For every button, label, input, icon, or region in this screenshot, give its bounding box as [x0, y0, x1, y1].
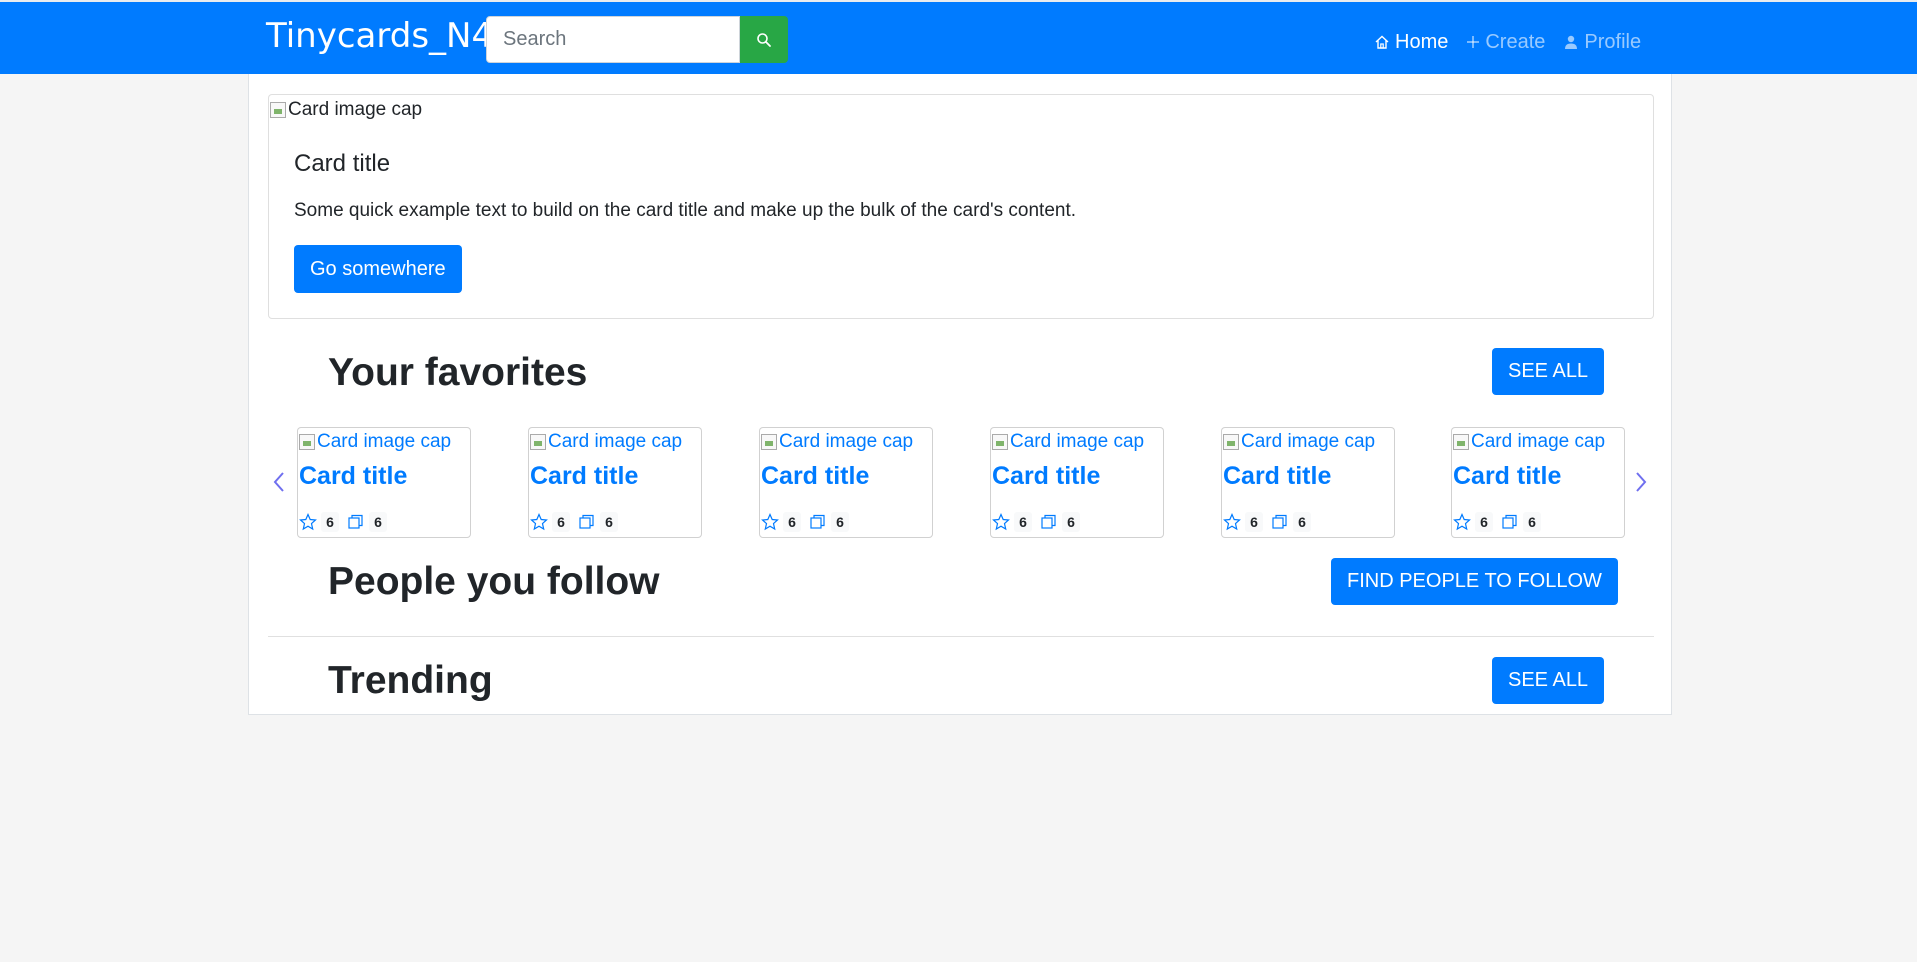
favorite-card-meta: 6 6 — [761, 512, 853, 532]
section-divider — [268, 636, 1654, 637]
favorite-card[interactable]: Card image cap Card title 6 6 — [990, 427, 1164, 538]
nav-home-label: Home — [1395, 31, 1449, 53]
favorites-count: 6 — [552, 512, 570, 532]
cards-count: 6 — [600, 512, 618, 532]
cards-count: 6 — [831, 512, 849, 532]
main-content: Card image cap Card title Some quick exa… — [248, 74, 1672, 715]
broken-image-icon — [992, 434, 1008, 450]
star-icon — [530, 513, 548, 531]
favorite-card-meta: 6 6 — [1223, 512, 1315, 532]
cards-count: 6 — [1293, 512, 1311, 532]
chevron-left-icon — [273, 472, 284, 492]
plus-icon — [1467, 36, 1480, 48]
cards-count: 6 — [1523, 512, 1541, 532]
home-icon — [1375, 35, 1389, 49]
favorite-card[interactable]: Card image cap Card title 6 6 — [297, 427, 471, 538]
favorites-count: 6 — [321, 512, 339, 532]
go-somewhere-button[interactable]: Go somewhere — [294, 245, 462, 293]
favorite-card-image: Card image cap — [530, 431, 682, 453]
favorite-card-image: Card image cap — [761, 431, 913, 453]
nav-profile-label: Profile — [1584, 31, 1642, 53]
cards-stack-icon — [348, 514, 363, 529]
favorite-card-image-alt: Card image cap — [548, 431, 683, 452]
favorite-card[interactable]: Card image cap Card title 6 6 — [759, 427, 933, 538]
nav-create[interactable]: Create — [1466, 24, 1545, 60]
favorite-card-image-alt: Card image cap — [1241, 431, 1376, 452]
broken-image-icon — [1453, 434, 1469, 450]
hero-card-text: Some quick example text to build on the … — [294, 200, 1077, 221]
broken-image-icon — [761, 434, 777, 450]
favorite-card-image-alt: Card image cap — [1010, 431, 1145, 452]
find-people-button[interactable]: FIND PEOPLE TO FOLLOW — [1331, 558, 1618, 605]
nav-create-label: Create — [1485, 31, 1546, 53]
carousel-next-button[interactable] — [1630, 466, 1652, 498]
broken-image-icon — [1223, 434, 1239, 450]
favorite-card-title[interactable]: Card title — [299, 462, 407, 491]
hero-card: Card image cap Card title Some quick exa… — [268, 94, 1654, 319]
navbar: Tinycards_N4 Home Create — [0, 2, 1917, 74]
favorite-card-title[interactable]: Card title — [992, 462, 1100, 491]
nav-links: Home Create Profile — [1374, 24, 1641, 60]
favorite-card-image-alt: Card image cap — [317, 431, 452, 452]
favorite-card-title[interactable]: Card title — [530, 462, 638, 491]
favorite-card[interactable]: Card image cap Card title 6 6 — [528, 427, 702, 538]
favorite-card-meta: 6 6 — [299, 512, 391, 532]
carousel-prev-button[interactable] — [268, 466, 290, 498]
favorite-card-meta: 6 6 — [992, 512, 1084, 532]
hero-card-image: Card image cap — [270, 99, 422, 121]
hero-card-image-alt: Card image cap — [288, 99, 423, 120]
favorite-card-image-alt: Card image cap — [779, 431, 914, 452]
chevron-right-icon — [1636, 472, 1647, 492]
star-icon — [992, 513, 1010, 531]
cards-stack-icon — [1502, 514, 1517, 529]
star-icon — [1223, 513, 1241, 531]
favorite-card[interactable]: Card image cap Card title 6 6 — [1451, 427, 1625, 538]
favorites-see-all-button[interactable]: SEE ALL — [1492, 348, 1605, 395]
star-icon — [299, 513, 317, 531]
nav-home[interactable]: Home — [1374, 24, 1448, 60]
trending-title: Trending — [328, 659, 493, 702]
favorite-card-image: Card image cap — [299, 431, 451, 453]
favorites-count: 6 — [1014, 512, 1032, 532]
favorite-card-image: Card image cap — [1223, 431, 1375, 453]
people-you-follow-title: People you follow — [328, 560, 660, 603]
person-icon — [1565, 35, 1578, 49]
favorites-title: Your favorites — [328, 351, 588, 394]
cards-stack-icon — [579, 514, 594, 529]
favorite-card-image-alt: Card image cap — [1471, 431, 1606, 452]
broken-image-icon — [299, 434, 315, 450]
favorite-card-title[interactable]: Card title — [761, 462, 869, 491]
favorites-count: 6 — [783, 512, 801, 532]
favorite-card-title[interactable]: Card title — [1223, 462, 1331, 491]
star-icon — [761, 513, 779, 531]
favorite-card-meta: 6 6 — [1453, 512, 1545, 532]
search-icon — [757, 32, 771, 47]
broken-image-icon — [530, 434, 546, 450]
broken-image-icon — [270, 102, 286, 118]
favorite-card-image: Card image cap — [1453, 431, 1605, 453]
brand-logo[interactable]: Tinycards_N4 — [266, 12, 493, 60]
search-button[interactable] — [740, 16, 788, 63]
cards-count: 6 — [1062, 512, 1080, 532]
favorite-card-meta: 6 6 — [530, 512, 622, 532]
star-icon — [1453, 513, 1471, 531]
nav-profile[interactable]: Profile — [1563, 24, 1641, 60]
favorite-card-image: Card image cap — [992, 431, 1144, 453]
favorites-count: 6 — [1475, 512, 1493, 532]
favorite-card[interactable]: Card image cap Card title 6 6 — [1221, 427, 1395, 538]
search-input[interactable] — [486, 16, 740, 63]
cards-stack-icon — [1272, 514, 1287, 529]
cards-stack-icon — [810, 514, 825, 529]
hero-card-title: Card title — [294, 150, 391, 177]
cards-stack-icon — [1041, 514, 1056, 529]
favorite-card-title[interactable]: Card title — [1453, 462, 1561, 491]
favorites-count: 6 — [1245, 512, 1263, 532]
trending-see-all-button[interactable]: SEE ALL — [1492, 657, 1605, 704]
cards-count: 6 — [369, 512, 387, 532]
